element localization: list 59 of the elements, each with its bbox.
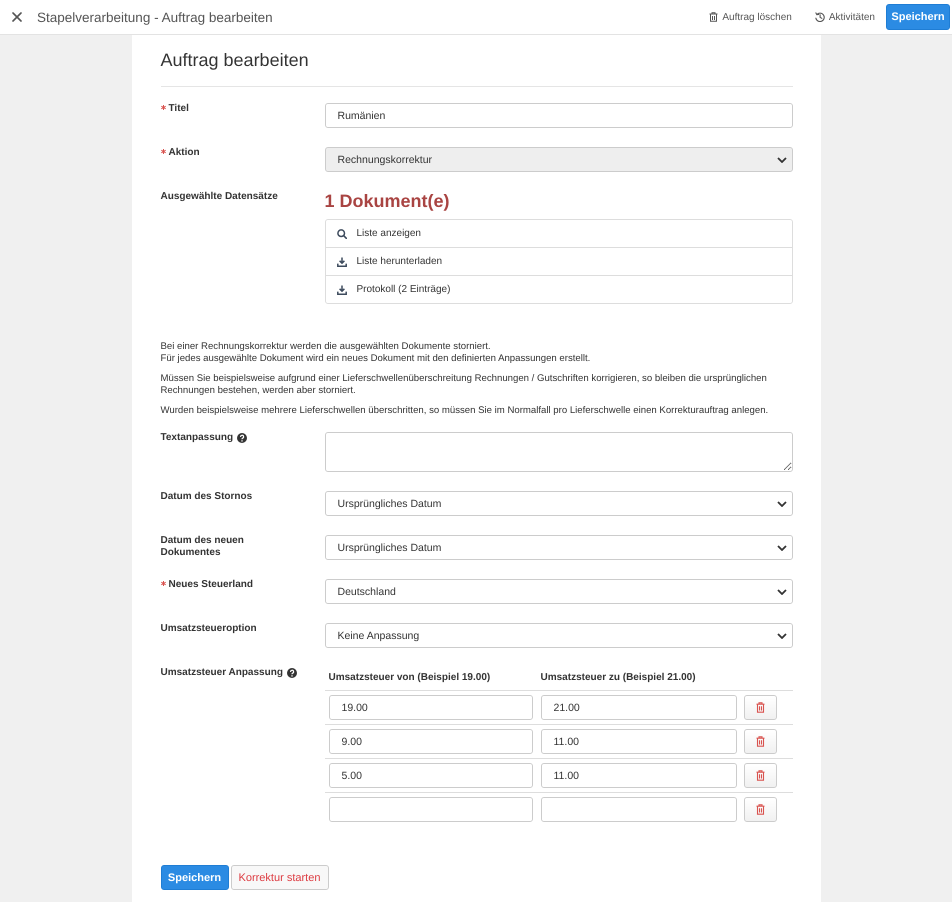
- delete-row-button[interactable]: [744, 763, 776, 788]
- trash-icon: [756, 770, 764, 781]
- field-label: Umsatzsteuer Anpassung: [160, 667, 283, 679]
- field-label: Titel: [168, 103, 189, 115]
- trash-icon: [756, 736, 764, 747]
- form-title: Auftrag bearbeiten: [160, 49, 792, 87]
- trash-icon: [709, 12, 718, 22]
- info-paragraph: Bei einer Rechnungskorrektur werden die ausgewählten Dokumente storniert. Für jedes ausgewählte Dokument wird ein neues Dokument mit den definierten Anpassungen erstellt.: [160, 341, 592, 365]
- field-label: Textanpassung: [160, 432, 234, 444]
- activity-link[interactable]: Aktivitäten: [802, 12, 886, 22]
- info-paragraph: Wurden beispielsweise mehrere Lieferschwellen überschritten, so müssen Sie im Normalfall pro Lieferschwelle einen Korrekturauftrag anlegen.: [160, 405, 770, 417]
- field-label: Datum des neuen Dokumentes: [160, 535, 245, 559]
- save-button[interactable]: Speichern: [886, 4, 950, 30]
- text-input[interactable]: Rumänien: [324, 103, 792, 128]
- list-link[interactable]: Liste anzeigen: [326, 220, 792, 247]
- chevron-down-icon: [776, 500, 786, 506]
- history-icon: [814, 12, 825, 22]
- field-label: Aktion: [168, 147, 200, 159]
- tax-to-input[interactable]: 11.00: [540, 763, 736, 788]
- delete-job-link[interactable]: Auftrag löschen: [697, 12, 803, 22]
- delete-row-button[interactable]: [744, 729, 776, 754]
- help-icon[interactable]: [237, 433, 248, 443]
- select-field[interactable]: Ursprüngliches Datum: [324, 491, 792, 516]
- delete-row-button[interactable]: [744, 797, 776, 822]
- trash-icon: [756, 804, 764, 815]
- save-button[interactable]: Speichern: [160, 865, 228, 890]
- select-field[interactable]: Deutschland: [324, 579, 792, 604]
- tax-from-input[interactable]: [328, 797, 532, 822]
- help-icon[interactable]: [286, 668, 297, 678]
- select-field[interactable]: Ursprüngliches Datum: [324, 535, 792, 560]
- list-link[interactable]: Liste herunterladen: [326, 247, 792, 275]
- close-icon[interactable]: [12, 12, 22, 22]
- tax-from-input[interactable]: 19.00: [328, 695, 532, 720]
- field-label: Umsatzsteueroption: [160, 623, 257, 635]
- chevron-down-icon: [776, 156, 786, 162]
- chevron-down-icon: [776, 544, 786, 550]
- trash-icon: [756, 702, 764, 713]
- delete-row-button[interactable]: [744, 695, 776, 720]
- chevron-down-icon: [776, 588, 786, 594]
- chevron-down-icon: [776, 632, 786, 638]
- field-label: Neues Steuerland: [168, 579, 253, 591]
- column-header: Umsatzsteuer zu (Beispiel 21.00): [540, 671, 697, 685]
- field-label: Ausgewählte Datensätze: [160, 191, 278, 203]
- download-icon: [336, 284, 346, 294]
- list-link[interactable]: Protokoll (2 Einträge): [326, 275, 792, 303]
- field-label: Datum des Stornos: [160, 491, 252, 503]
- start-correction-button[interactable]: Korrektur starten: [230, 865, 328, 890]
- info-paragraph: Müssen Sie beispielsweise aufgrund einer Lieferschwellenüberschreitung Rechnungen / Gutschriften korrigieren, so bleiben die ursprünglichen Rechnungen bestehen, werden aber storniert.: [160, 373, 768, 397]
- tax-to-input[interactable]: [540, 797, 736, 822]
- tax-to-input[interactable]: 11.00: [540, 729, 736, 754]
- page-title: Stapelverarbeitung - Auftrag bearbeiten: [37, 10, 273, 24]
- search-icon: [336, 228, 346, 238]
- document-count: 1 Dokument(e): [324, 191, 451, 211]
- tax-to-input[interactable]: 21.00: [540, 695, 736, 720]
- tax-from-input[interactable]: 5.00: [328, 763, 532, 788]
- download-icon: [336, 256, 346, 266]
- tax-from-input[interactable]: 9.00: [328, 729, 532, 754]
- column-header: Umsatzsteuer von (Beispiel 19.00): [328, 671, 492, 685]
- select-field[interactable]: Keine Anpassung: [324, 623, 792, 648]
